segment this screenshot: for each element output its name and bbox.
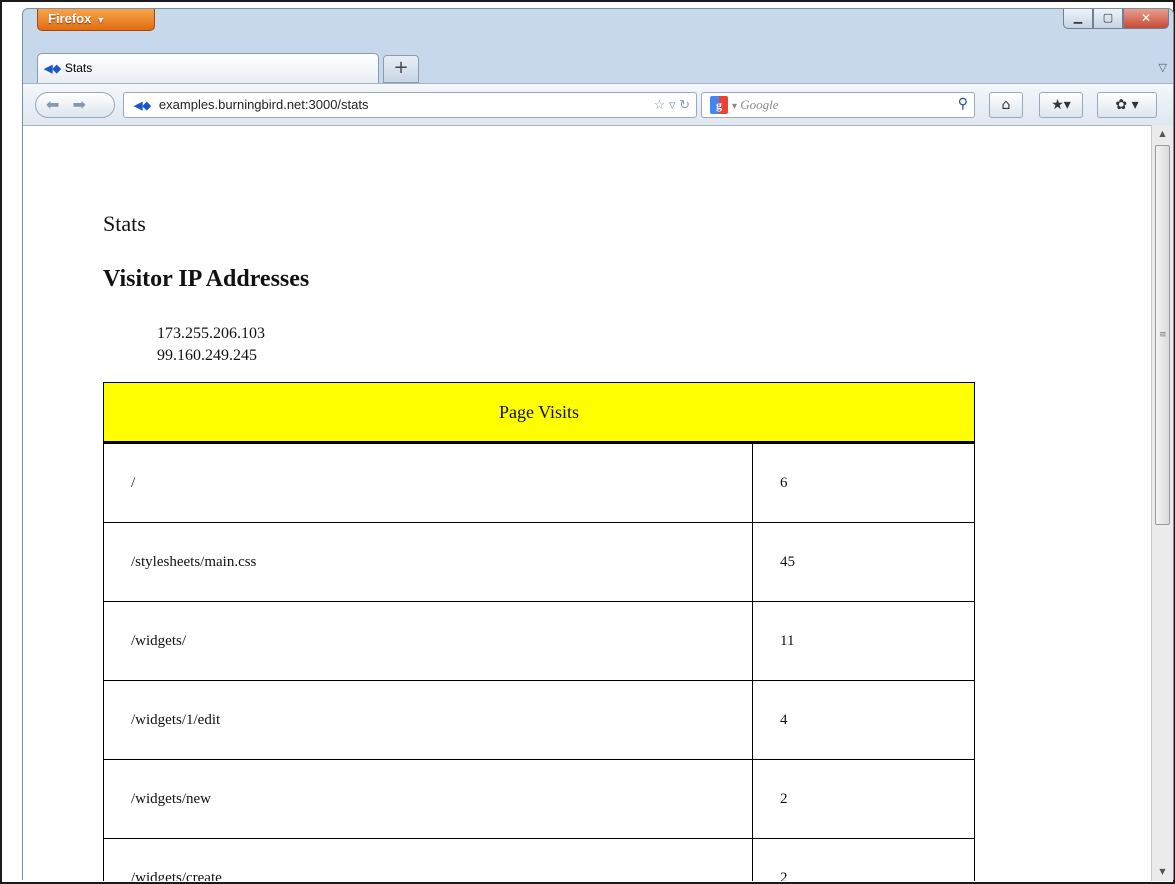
table-row: /widgets/1/edit 4 xyxy=(103,680,975,760)
url-bar[interactable]: ◀◆ examples.burningbird.net:3000/stats ☆ … xyxy=(123,92,697,118)
ip-heading: Visitor IP Addresses xyxy=(103,266,310,292)
home-icon[interactable]: ⌂ xyxy=(989,92,1023,118)
firefox-menu-button[interactable]: Firefox ▼ xyxy=(37,9,155,31)
search-icon[interactable]: ⚲ xyxy=(958,93,968,117)
row-count: 11 xyxy=(752,601,975,681)
maximize-icon[interactable]: ▢ xyxy=(1093,9,1123,29)
screenshot-frame: Firefox ▼ ▁ ▢ ✕ ◀◆ Stats + ▽ ⬅ ➡ ◀◆ example… xyxy=(0,0,1175,884)
row-path: /widgets/1/edit xyxy=(103,680,753,760)
back-icon[interactable]: ⬅ xyxy=(46,95,59,114)
bookmarks-icon[interactable]: ★▾ xyxy=(1039,92,1083,118)
ip-list: 173.255.206.103 99.160.249.245 xyxy=(157,323,265,367)
row-count: 6 xyxy=(752,442,975,523)
tab-list-icon[interactable]: ▽ xyxy=(1159,61,1167,74)
tab-stats[interactable]: ◀◆ Stats xyxy=(37,53,379,83)
browser-window: Firefox ▼ ▁ ▢ ✕ ◀◆ Stats + ▽ ⬅ ➡ ◀◆ example… xyxy=(22,8,1174,881)
bookmark-star-icon[interactable]: ☆ xyxy=(654,97,666,112)
site-identity-icon: ◀◆ xyxy=(44,63,61,75)
search-placeholder: Google xyxy=(740,97,779,112)
row-path: / xyxy=(103,442,753,523)
row-count: 2 xyxy=(752,838,975,881)
page-content: Stats Visitor IP Addresses 173.255.206.1… xyxy=(23,125,1153,881)
row-path: /widgets/ xyxy=(103,601,753,681)
table-header-row: Page Visits xyxy=(103,382,975,444)
table-row: /widgets/create 2 xyxy=(103,838,975,881)
table-row: /stylesheets/main.css 45 xyxy=(103,522,975,602)
back-forward-buttons: ⬅ ➡ xyxy=(35,92,115,118)
minimize-icon[interactable]: ▁ xyxy=(1063,9,1093,29)
forward-icon[interactable]: ➡ xyxy=(73,95,86,114)
url-text[interactable]: examples.burningbird.net:3000/stats xyxy=(159,97,369,112)
row-count: 4 xyxy=(752,680,975,760)
row-path: /widgets/new xyxy=(103,759,753,839)
addon-icon[interactable]: ✿ ▾ xyxy=(1097,92,1157,118)
firefox-menu-arrow-icon: ▼ xyxy=(96,15,106,25)
window-controls: ▁ ▢ ✕ xyxy=(1063,9,1169,31)
row-count: 2 xyxy=(752,759,975,839)
google-icon[interactable]: g xyxy=(710,96,728,114)
scroll-up-icon[interactable]: ▲ xyxy=(1152,125,1173,143)
firefox-menu-label: Firefox xyxy=(48,11,92,26)
tab-title: Stats xyxy=(64,61,93,75)
reload-icon[interactable]: ↻ xyxy=(679,97,690,112)
scroll-down-icon[interactable]: ▼ xyxy=(1152,863,1173,881)
page-visits-table: Page Visits /6 /stylesheets/main.css 45 /… xyxy=(103,382,975,881)
site-identity-icon[interactable]: ◀◆ xyxy=(134,100,151,112)
ip-address: 173.255.206.103 xyxy=(157,325,265,342)
search-bar[interactable]: g ▾ Google ⚲ xyxy=(701,92,975,118)
close-icon[interactable]: ✕ xyxy=(1123,9,1169,29)
page-title: Stats xyxy=(103,211,146,236)
ip-address: 99.160.249.245 xyxy=(157,347,257,364)
table-header: Page Visits xyxy=(103,382,975,444)
row-path: /stylesheets/main.css xyxy=(103,522,753,602)
row-path: /widgets/create xyxy=(103,838,753,881)
scrollbar-thumb[interactable]: ≡ xyxy=(1155,145,1170,525)
url-tools: ☆ ▿ ↻ xyxy=(654,93,690,117)
vertical-scrollbar[interactable]: ▲ ≡ ▼ xyxy=(1151,125,1173,881)
table-row: /widgets/new 2 xyxy=(103,759,975,839)
new-tab-icon[interactable]: + xyxy=(383,55,419,83)
history-dropdown-icon[interactable]: ▿ xyxy=(669,97,676,112)
scrollbar-grip: ≡ xyxy=(1159,330,1167,340)
row-count: 45 xyxy=(752,522,975,602)
table-row: /widgets/11 xyxy=(103,601,975,681)
navigation-toolbar: ⬅ ➡ ◀◆ examples.burningbird.net:3000/stat… xyxy=(23,83,1173,125)
table-row: /6 xyxy=(103,442,975,523)
